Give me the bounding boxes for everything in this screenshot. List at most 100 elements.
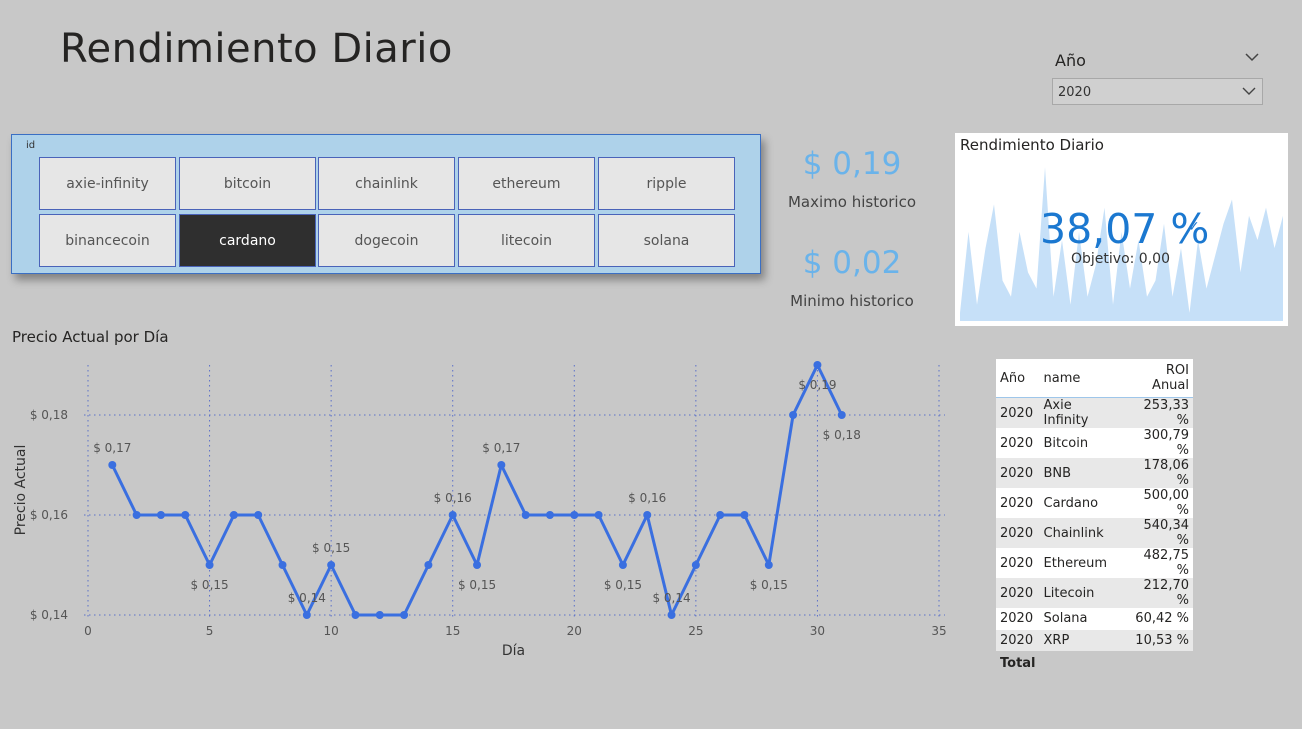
slicer-tile-ethereum[interactable]: ethereum [458,157,595,210]
price-line-chart[interactable]: 0 5 10 15 20 25 30 35 $ 0,14 $ 0,16 $ 0,18 Día Preci… [0,345,960,665]
data-point[interactable] [375,611,384,619]
data-label: $ 0,15 [604,578,642,592]
data-label: $ 0,17 [93,441,131,455]
column-header-name[interactable]: name [1039,359,1124,398]
data-point[interactable] [205,561,214,569]
x-tick-label: 25 [688,624,703,638]
year-dropdown[interactable]: 2020 [1052,78,1263,105]
table-row: 2020 Litecoin 212,70 % [996,578,1193,608]
data-point[interactable] [156,511,165,519]
cell-name: Chainlink [1039,518,1124,548]
cell-name: Solana [1039,608,1124,630]
data-point[interactable] [813,361,822,369]
rendimiento-kpi-card[interactable]: Rendimiento Diario 38,07 % ✓ Objetivo: 0… [955,133,1288,326]
rendimiento-goal: Objetivo: 0,00 [1071,251,1170,267]
data-point[interactable] [108,461,117,469]
table-row: 2020 Cardano 500,00 % [996,488,1193,518]
cell-name: BNB [1039,458,1124,488]
cell-year: 2020 [996,488,1040,518]
data-point[interactable] [424,561,433,569]
column-header-roi[interactable]: ROI Anual [1123,359,1193,398]
y-axis-title: Precio Actual [13,445,29,536]
slicer-tile-litecoin[interactable]: litecoin [458,214,595,267]
table-row: 2020 Axie Infinity 253,33 % [996,397,1193,428]
year-slicer: Año 2020 [1052,48,1264,108]
data-point[interactable] [594,511,603,519]
data-point[interactable] [521,511,530,519]
data-label: $ 0,19 [798,378,836,392]
data-point[interactable] [570,511,579,519]
data-point[interactable] [132,511,141,519]
data-point[interactable] [716,511,725,519]
slicer-tile-dogecoin[interactable]: dogecoin [318,214,455,267]
data-point[interactable] [181,511,190,519]
data-label: $ 0,14 [652,591,690,605]
column-header-year[interactable]: Año [996,359,1040,398]
cell-year: 2020 [996,629,1040,651]
data-point[interactable] [643,511,652,519]
cell-year: 2020 [996,518,1040,548]
year-slicer-header: Año [1055,51,1086,70]
cell-year: 2020 [996,608,1040,630]
data-point[interactable] [764,561,773,569]
data-label: $ 0,15 [312,541,350,555]
cell-year: 2020 [996,548,1040,578]
data-point[interactable] [545,511,554,519]
data-point[interactable] [254,511,263,519]
data-point[interactable] [667,611,676,619]
data-point[interactable] [497,461,506,469]
data-label: $ 0,15 [458,578,496,592]
data-point[interactable] [473,561,482,569]
data-point[interactable] [789,411,798,419]
data-label: $ 0,15 [750,578,788,592]
data-point[interactable] [400,611,409,619]
cell-name: Axie Infinity [1039,397,1124,428]
data-label: $ 0,15 [190,578,228,592]
chevron-down-icon [1242,87,1256,95]
data-point[interactable] [351,611,360,619]
slicer-tile-axie-infinity[interactable]: axie-infinity [39,157,176,210]
data-point[interactable] [691,561,700,569]
x-tick-label: 5 [206,624,214,638]
slicer-tile-bitcoin[interactable]: bitcoin [179,157,316,210]
slicer-tile-ripple[interactable]: ripple [598,157,735,210]
slicer-tile-solana[interactable]: solana [598,214,735,267]
table-row: 2020 Solana 60,42 % [996,608,1193,630]
table-row: 2020 XRP 10,53 % [996,629,1193,651]
cell-name: Litecoin [1039,578,1124,608]
cell-roi: 482,75 % [1123,548,1193,578]
x-tick-label: 15 [445,624,460,638]
max-price-label: Maximo historico [787,193,917,211]
data-label: $ 0,14 [288,591,326,605]
data-point[interactable] [740,511,749,519]
slicer-tile-binancecoin[interactable]: binancecoin [39,214,176,267]
data-point[interactable] [837,411,846,419]
data-point[interactable] [448,511,457,519]
table-row: 2020 Chainlink 540,34 % [996,518,1193,548]
data-label: $ 0,18 [823,428,861,442]
data-point[interactable] [618,561,627,569]
table-row: 2020 Bitcoin 300,79 % [996,428,1193,458]
id-slicer: id axie-infinity bitcoin chainlink ethereum… [11,134,761,274]
data-label: $ 0,16 [628,491,666,505]
slicer-tile-chainlink[interactable]: chainlink [318,157,455,210]
cell-roi: 178,06 % [1123,458,1193,488]
table-header-row: Año name ROI Anual [996,359,1193,398]
rendimiento-card-title: Rendimiento Diario [960,136,1104,154]
cell-roi: 500,00 % [1123,488,1193,518]
year-dropdown-value: 2020 [1058,85,1092,100]
data-label: $ 0,17 [482,441,520,455]
cell-name: Ethereum [1039,548,1124,578]
x-tick-label: 30 [810,624,825,638]
cell-roi: 540,34 % [1123,518,1193,548]
data-point[interactable] [229,511,238,519]
chevron-down-icon[interactable] [1244,50,1260,64]
data-label: $ 0,16 [434,491,472,505]
min-price-value: $ 0,02 [802,245,902,281]
data-point[interactable] [278,561,287,569]
cell-year: 2020 [996,428,1040,458]
cell-roi: 253,33 % [1123,397,1193,428]
data-point[interactable] [327,561,336,569]
slicer-tile-cardano[interactable]: cardano [179,214,316,267]
data-point[interactable] [302,611,311,619]
